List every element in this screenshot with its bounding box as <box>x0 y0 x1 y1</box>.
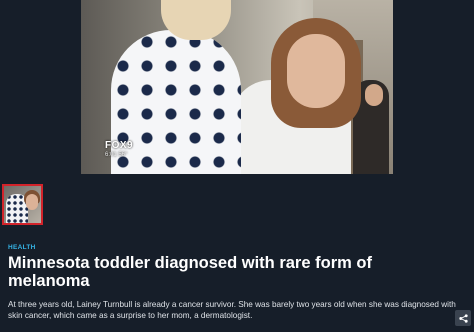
channel-logo: FOX9 <box>105 140 134 151</box>
category-tag[interactable]: HEALTH <box>8 244 36 251</box>
share-button[interactable] <box>455 310 471 326</box>
video-thumbnail[interactable] <box>2 184 43 225</box>
share-icon <box>458 313 468 323</box>
video-timestamp: 6:01 56° <box>105 152 128 158</box>
article-headline[interactable]: Minnesota toddler diagnosed with rare fo… <box>8 254 388 290</box>
video-bystander-face <box>365 84 383 106</box>
article-summary: At three years old, Lainey Turnbull is a… <box>8 300 456 320</box>
video-player[interactable]: FOX9 6:01 56° <box>81 0 393 174</box>
video-doctor-face <box>287 34 345 108</box>
channel-bug: FOX9 6:01 56° <box>105 140 133 158</box>
thumbnail-face <box>26 194 38 210</box>
